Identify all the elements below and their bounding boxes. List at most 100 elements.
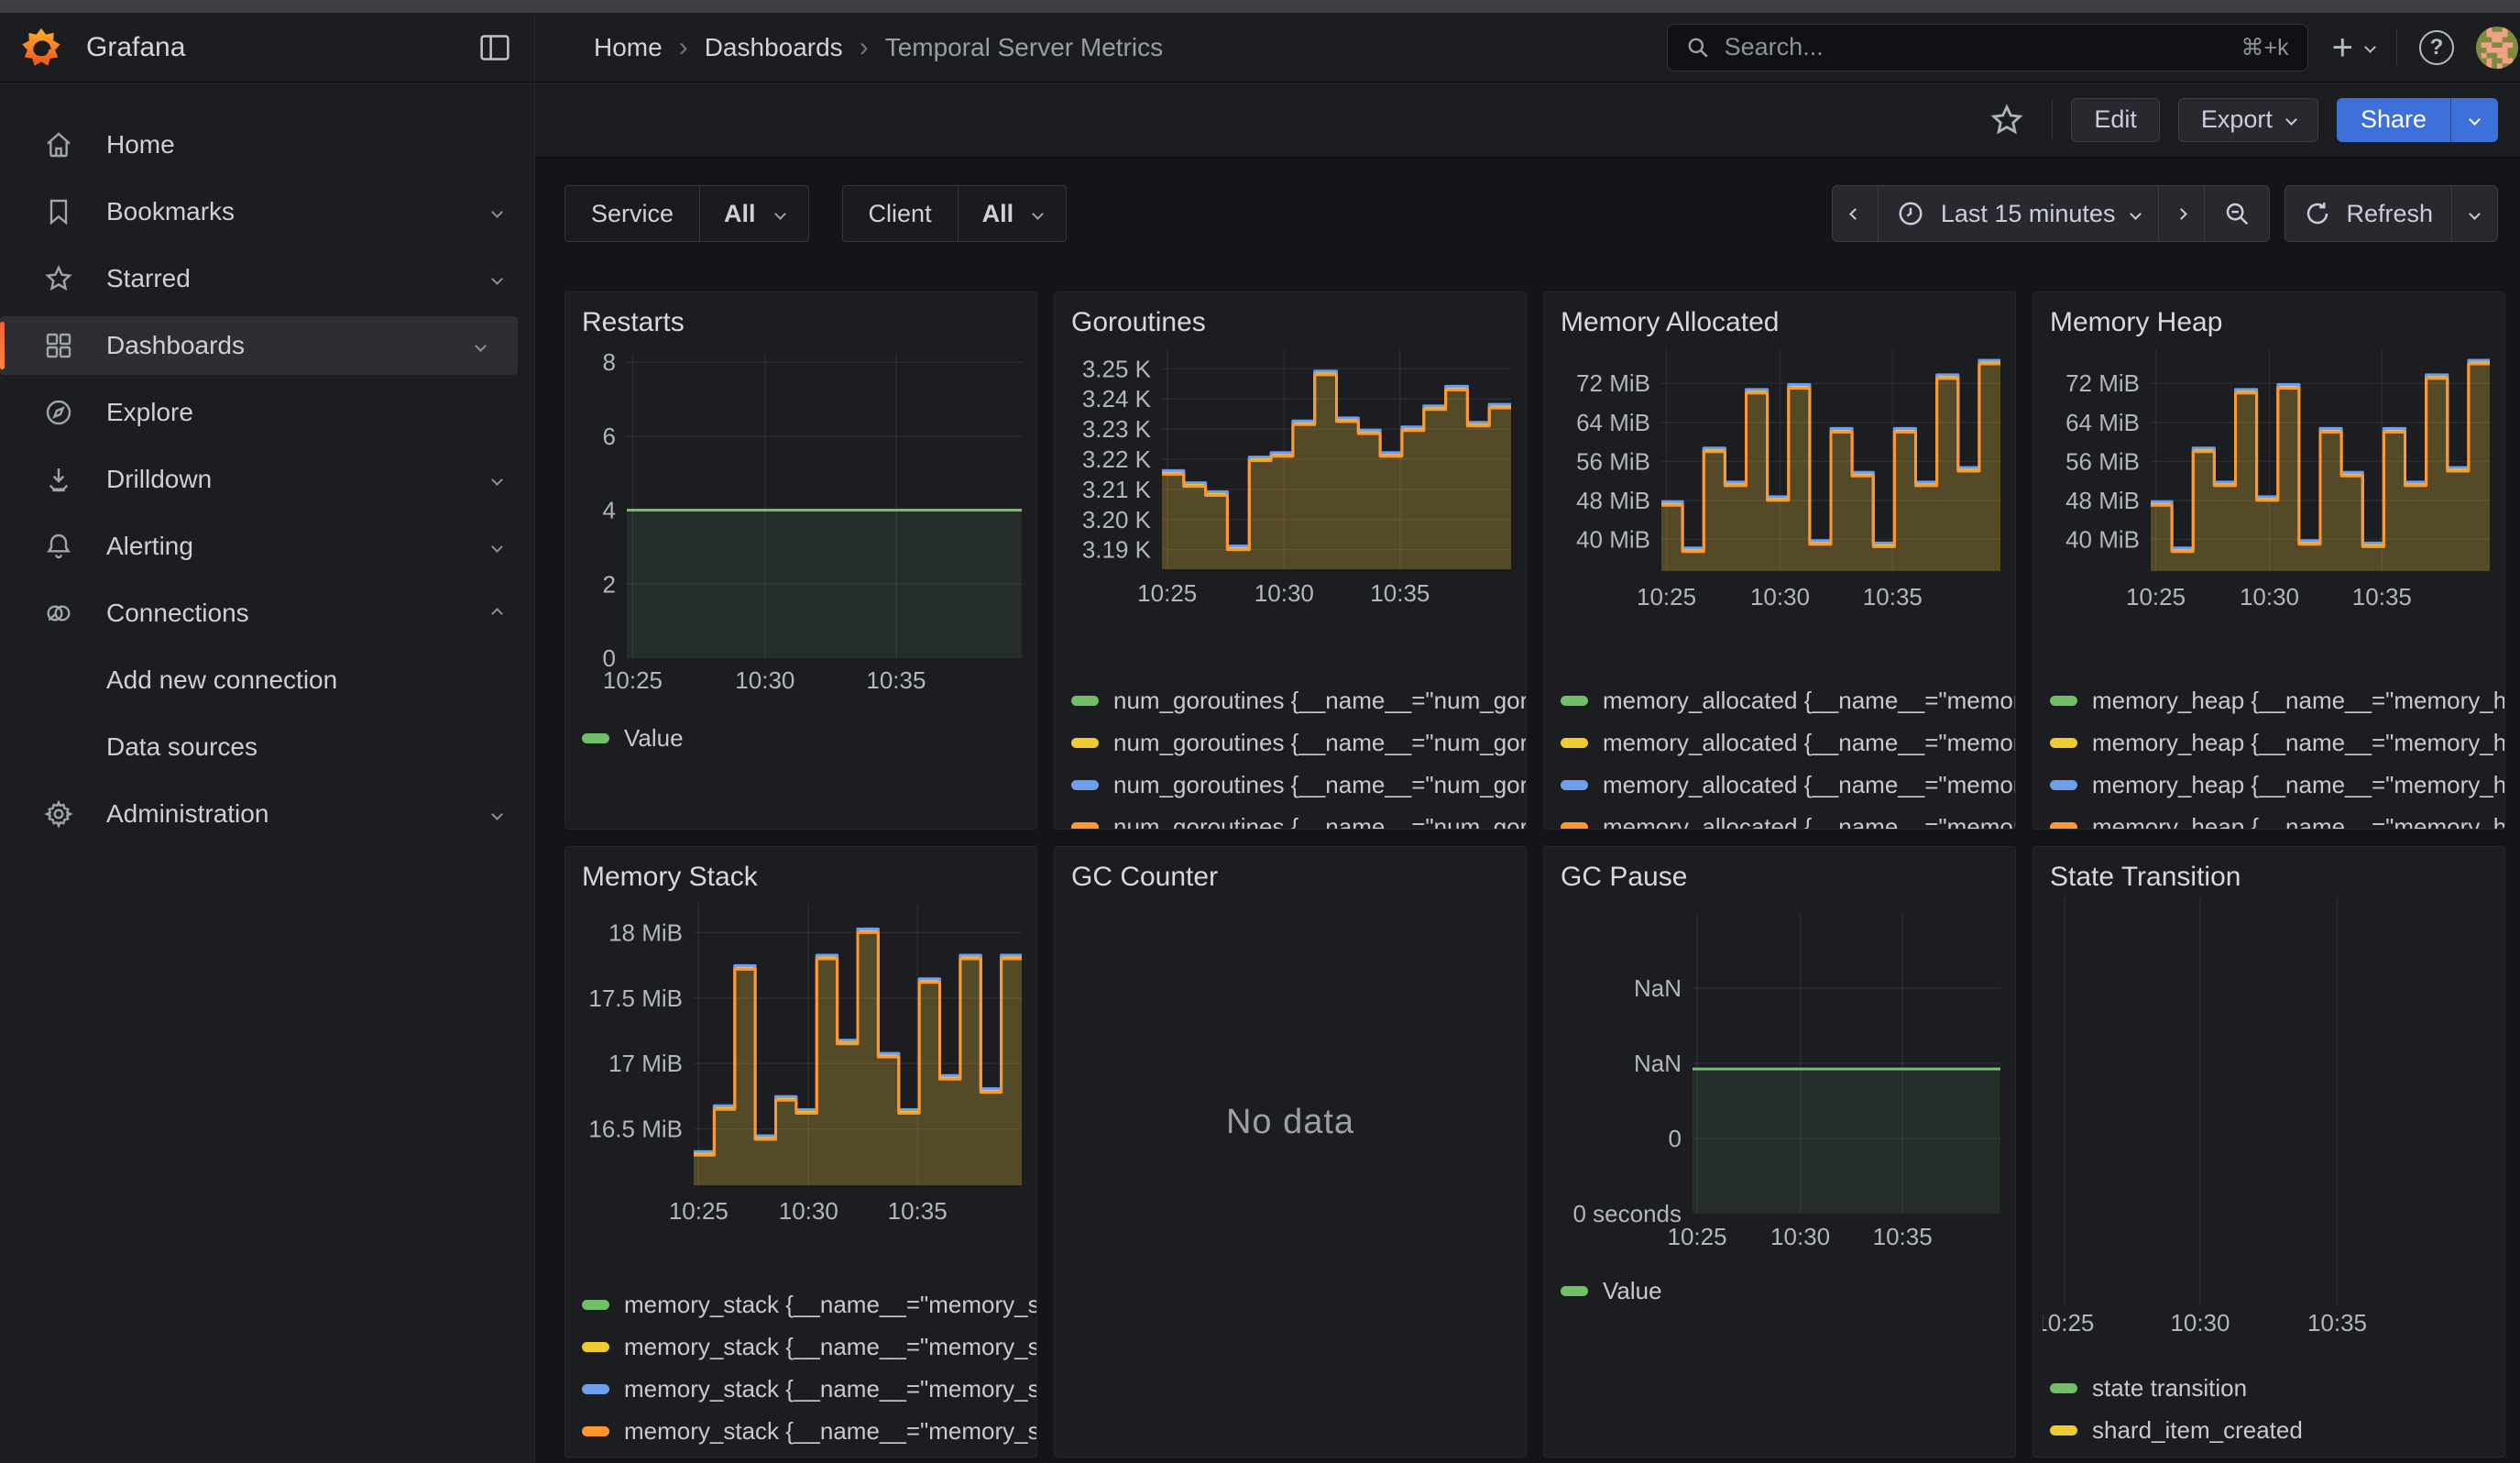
svg-text:NaN: NaN [1634,974,1682,1002]
legend-item[interactable]: memory_stack {__name__="memory_stack" [582,1290,1036,1319]
chevron-down-icon[interactable] [491,474,503,486]
sidebar-item-dashboards[interactable]: Dashboards [0,316,518,375]
refresh-button[interactable]: Refresh [2285,186,2452,241]
legend-item[interactable]: num_goroutines {__name__="num_goroutines… [1071,686,1526,715]
legend-series-marker [1071,738,1099,748]
app-name: Grafana [86,32,185,63]
legend-item[interactable]: shard_item_created [2050,1415,2504,1445]
panel-title[interactable]: Restarts [565,292,1036,342]
memory-heap-chart[interactable]: 72 MiB64 MiB56 MiB48 MiB40 MiB10:2510:30… [2043,342,2495,658]
client-filter-value[interactable]: All [959,186,1067,241]
panel-title[interactable]: GC Pause [1544,847,2015,896]
legend-series-marker [1071,696,1099,706]
legend-item[interactable]: memory_heap {__name__="memory_heap" [2050,770,2504,799]
panel-title[interactable]: State Transition [2033,847,2504,896]
export-button[interactable]: Export [2178,98,2318,142]
breadcrumb-separator: › [679,32,688,63]
svg-text:3.25 K: 3.25 K [1082,355,1152,382]
legend-series-marker [2050,738,2077,748]
sidebar-item-label: Data sources [106,732,507,762]
sidebar-item-connections[interactable]: Connections [0,584,534,643]
service-filter-value[interactable]: All [700,186,808,241]
panel-title[interactable]: GC Counter [1055,847,1526,896]
restarts-chart[interactable]: 8642010:2510:3010:35 [575,342,1027,699]
chevron-down-icon[interactable] [491,541,503,553]
sidebar-item-home[interactable]: Home [0,116,534,174]
chevron-down-icon [2469,208,2481,220]
goroutines-chart[interactable]: 3.25 K3.24 K3.23 K3.22 K3.21 K3.20 K3.19… [1064,342,1517,658]
sidebar-item-explore[interactable]: Explore [0,383,534,442]
legend-item[interactable]: num_goroutines {__name__="num_goroutines… [1071,728,1526,757]
legend-item[interactable]: memory_heap {__name__="memory_heap" [2050,728,2504,757]
legend-item[interactable]: num_goroutines {__name__="num_goroutines… [1071,812,1526,830]
drilldown-icon [44,465,73,494]
panel-state-transition[interactable]: State Transition 10:2510:3010:35 state t… [2032,846,2505,1458]
panel-legend: Value [1544,1254,2015,1318]
svg-text:3.20 K: 3.20 K [1082,506,1152,534]
search-input[interactable]: Search... ⌘+k [1667,24,2308,72]
svg-text:72 MiB: 72 MiB [2065,369,2140,397]
legend-item[interactable]: memory_stack {__name__="memory_stack" [582,1374,1036,1403]
breadcrumb-dashboards[interactable]: Dashboards [705,33,843,62]
sidebar-item-bookmarks[interactable]: Bookmarks [0,182,534,241]
state-transition-chart[interactable]: 10:2510:3010:35 [2043,896,2495,1336]
share-button[interactable]: Share [2337,98,2498,142]
panel-memory-allocated[interactable]: Memory Allocated 72 MiB64 MiB56 MiB48 Mi… [1543,292,2016,830]
panel-title[interactable]: Memory Stack [565,847,1036,896]
legend-item[interactable]: memory_allocated {__name__="memory_alloc… [1561,770,2015,799]
sidebar-item-drilldown[interactable]: Drilldown [0,450,534,509]
zoom-out-button[interactable] [2205,186,2269,241]
time-range-picker[interactable]: Last 15 minutes [1879,186,2160,241]
panel-memory-heap[interactable]: Memory Heap 72 MiB64 MiB56 MiB48 MiB40 M… [2032,292,2505,830]
panel-memory-stack[interactable]: Memory Stack 18 MiB17.5 MiB17 MiB16.5 Mi… [564,846,1037,1458]
avatar[interactable] [2476,27,2518,69]
panel-gc-pause[interactable]: GC Pause NaNNaN00 seconds10:2510:3010:35… [1543,846,2016,1458]
legend-series-label: memory_allocated {__name__="memory_alloc… [1603,729,2015,757]
panel-goroutines[interactable]: Goroutines 3.25 K3.24 K3.23 K3.22 K3.21 … [1054,292,1527,830]
panel-title[interactable]: Memory Allocated [1544,292,2015,342]
legend-series-marker [2050,1383,2077,1393]
legend-item[interactable]: memory_stack {__name__="memory_stack" [582,1416,1036,1446]
svg-text:8: 8 [603,348,616,376]
dashboard-controls-row: Service All Client All Last 15 minute [535,158,2520,258]
svg-text:10:25: 10:25 [2043,1309,2094,1336]
chevron-down-icon[interactable] [491,273,503,285]
legend-item[interactable]: num_goroutines {__name__="num_goroutines… [1071,770,1526,799]
time-shift-back-button[interactable] [1833,186,1879,241]
memory-allocated-chart[interactable]: 72 MiB64 MiB56 MiB48 MiB40 MiB10:2510:30… [1553,342,2006,658]
legend-item[interactable]: memory_heap {__name__="memory_heap" [2050,686,2504,715]
gc-pause-chart[interactable]: NaNNaN00 seconds10:2510:3010:35 [1553,896,2006,1254]
panel-title[interactable]: Goroutines [1055,292,1526,342]
favorite-star-icon[interactable] [1989,103,2024,138]
legend-item[interactable]: Value [1561,1276,2015,1305]
chevron-down-icon[interactable] [491,206,503,218]
panel-restarts[interactable]: Restarts 8642010:2510:3010:35 Value [564,292,1037,830]
sidebar-item-administration[interactable]: Administration [0,785,534,843]
legend-item[interactable]: Value [582,723,1036,753]
legend-item[interactable]: memory_stack {__name__="memory_stack" [582,1332,1036,1361]
sidebar-item-data-sources[interactable]: Data sources [0,718,534,776]
help-button[interactable]: ? [2419,30,2454,65]
legend-item[interactable]: memory_allocated {__name__="memory_alloc… [1561,728,2015,757]
edit-button[interactable]: Edit [2071,98,2160,142]
memory-stack-chart[interactable]: 18 MiB17.5 MiB17 MiB16.5 MiB10:2510:3010… [575,896,1027,1277]
refresh-interval-button[interactable] [2452,186,2497,241]
legend-item[interactable]: state transition [2050,1373,2504,1402]
share-dropdown-button[interactable] [2450,98,2498,142]
sidebar-item-starred[interactable]: Starred [0,249,534,308]
chevron-down-icon[interactable] [491,808,503,820]
chevron-up-icon[interactable] [491,608,503,620]
sidebar-item-add-new-connection[interactable]: Add new connection [0,651,534,710]
breadcrumb-home[interactable]: Home [594,33,663,62]
chevron-down-icon[interactable] [475,340,487,352]
sidebar-nav: Home Bookmarks Starred Dashboards Explor… [0,82,535,1463]
panel-title[interactable]: Memory Heap [2033,292,2504,342]
add-new-button[interactable]: + [2332,29,2374,66]
sidebar-item-alerting[interactable]: Alerting [0,517,534,576]
legend-item[interactable]: memory_allocated {__name__="memory_alloc… [1561,812,2015,830]
panel-gc-counter[interactable]: GC Counter No data [1054,846,1527,1458]
dock-menu-icon[interactable] [479,34,510,61]
legend-item[interactable]: memory_allocated {__name__="memory_alloc… [1561,686,2015,715]
time-shift-forward-button[interactable] [2159,186,2205,241]
legend-item[interactable]: memory_heap {__name__="memory_heap" [2050,812,2504,830]
